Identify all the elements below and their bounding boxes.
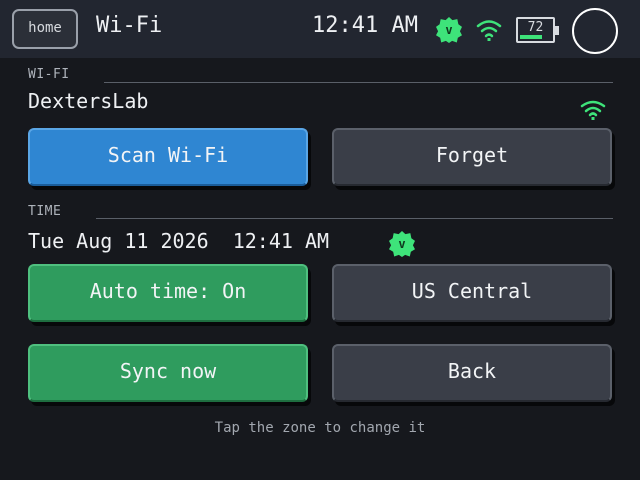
battery-percent: 72 <box>527 20 544 35</box>
page-title: Wi-Fi <box>96 13 163 38</box>
current-datetime: Tue Aug 11 2026 12:41 AM <box>28 229 330 253</box>
time-section-label: TIME <box>28 204 62 219</box>
circle-avatar-icon[interactable] <box>572 8 618 54</box>
wifi-strength-icon <box>580 100 606 120</box>
battery-icon: 72 <box>516 17 559 43</box>
home-button[interactable]: home <box>12 9 78 49</box>
header-clock: 12:41 AM <box>312 13 418 38</box>
verified-badge-icon: v <box>436 17 462 43</box>
forget-button[interactable]: Forget <box>332 128 612 186</box>
wifi-signal-icon <box>476 20 502 41</box>
timezone-button[interactable]: US Central <box>332 264 612 322</box>
auto-time-toggle-button[interactable]: Auto time: On <box>28 264 308 322</box>
time-verified-badge-icon: v <box>389 231 415 257</box>
wifi-ssid: DextersLab <box>28 89 149 113</box>
hint-text: Tap the zone to change it <box>214 420 426 436</box>
sync-now-button[interactable]: Sync now <box>28 344 308 402</box>
wifi-section-divider <box>104 82 613 83</box>
scan-wifi-button[interactable]: Scan Wi-Fi <box>28 128 308 186</box>
wifi-section-label: WI-FI <box>28 67 70 82</box>
back-button[interactable]: Back <box>332 344 612 402</box>
status-header: home Wi-Fi 12:41 AM v 72 <box>0 0 640 58</box>
time-section-divider <box>96 218 613 219</box>
